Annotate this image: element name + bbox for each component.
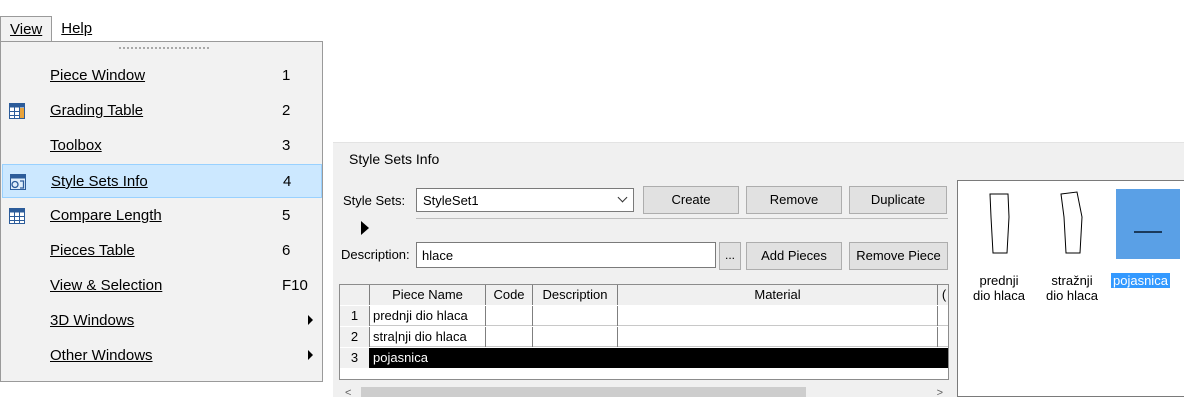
description-label: Description: bbox=[341, 247, 410, 262]
row-number: 2 bbox=[340, 327, 370, 347]
description-value: hlace bbox=[422, 248, 454, 263]
column-header[interactable]: Material bbox=[618, 285, 938, 305]
add-pieces-button[interactable]: Add Pieces bbox=[746, 242, 842, 270]
menu-item-view-selection[interactable]: View & Selection F10 bbox=[2, 269, 322, 303]
menu-item-toolbox[interactable]: Toolbox 3 bbox=[2, 129, 322, 163]
piece-label[interactable]: prednji dio hlaca bbox=[967, 273, 1031, 303]
piece-thumbnail-straznji[interactable] bbox=[1039, 189, 1103, 259]
menu-item-label: View & Selection bbox=[50, 277, 163, 294]
menu-item-compare-length[interactable]: Compare Length 5 bbox=[2, 199, 322, 233]
column-header[interactable]: Code bbox=[486, 285, 533, 305]
menu-item-label: Toolbox bbox=[50, 137, 102, 154]
material-cell[interactable] bbox=[618, 348, 948, 368]
scroll-right-icon[interactable]: > bbox=[937, 387, 943, 399]
menu-item-grading-table[interactable]: Grading Table 2 bbox=[2, 94, 322, 128]
create-button[interactable]: Create bbox=[643, 186, 739, 214]
grading-table-icon bbox=[9, 103, 25, 119]
piece-thumbnail-pojasnica[interactable] bbox=[1116, 189, 1180, 259]
tearoff-handle[interactable] bbox=[119, 47, 209, 49]
column-header[interactable]: Description bbox=[533, 285, 618, 305]
description-cell[interactable] bbox=[533, 348, 618, 368]
view-dropdown-menu: Piece Window 1 Grading Table 2 Toolbox 3… bbox=[0, 41, 323, 382]
menu-item-label: Piece Window bbox=[50, 67, 146, 84]
code-cell[interactable] bbox=[486, 327, 533, 347]
menu-item-piece-window[interactable]: Piece Window 1 bbox=[2, 59, 322, 93]
horizontal-scrollbar[interactable]: < > bbox=[339, 386, 949, 399]
description-field[interactable]: hlace bbox=[416, 242, 716, 268]
shortcut: 5 bbox=[282, 207, 291, 224]
table-row-selected[interactable]: 3 pojasnica bbox=[340, 348, 948, 368]
panel-title: Style Sets Info bbox=[349, 151, 440, 167]
scroll-left-icon[interactable]: < bbox=[345, 387, 351, 399]
style-set-dropdown[interactable]: StyleSet1 bbox=[416, 188, 634, 212]
shortcut: F10 bbox=[282, 277, 308, 294]
style-sets-icon bbox=[10, 174, 26, 190]
pieces-grid[interactable]: Piece Name Code Description Material ( 1… bbox=[339, 284, 949, 380]
menu-item-label: Compare Length bbox=[50, 207, 162, 224]
description-cell[interactable] bbox=[533, 327, 618, 347]
material-cell[interactable] bbox=[618, 327, 938, 347]
menu-item-label: 3D Windows bbox=[50, 312, 135, 329]
trouser-back-piece-icon bbox=[1060, 191, 1083, 254]
code-cell[interactable] bbox=[486, 306, 533, 326]
piece-label[interactable]: stražnji dio hlaca bbox=[1039, 273, 1105, 303]
piece-thumbnail-prednji[interactable] bbox=[967, 189, 1031, 259]
waistband-piece-icon bbox=[1134, 231, 1162, 233]
compare-length-icon bbox=[9, 208, 25, 224]
piece-name-cell[interactable]: prednji dio hlaca bbox=[370, 306, 486, 326]
pieces-preview-panel: prednji dio hlaca stražnji dio hlaca poj… bbox=[957, 180, 1184, 397]
table-row[interactable]: 1 prednji dio hlaca bbox=[340, 306, 948, 326]
trouser-front-piece-icon bbox=[989, 193, 1010, 254]
scroll-thumb[interactable] bbox=[361, 387, 806, 397]
menu-item-other-windows[interactable]: Other Windows bbox=[2, 339, 322, 373]
style-sets-label: Style Sets: bbox=[343, 193, 406, 208]
corner-cell bbox=[340, 285, 370, 305]
column-header[interactable]: Piece Name bbox=[370, 285, 486, 305]
material-cell[interactable] bbox=[618, 306, 938, 326]
submenu-arrow-icon bbox=[308, 350, 313, 360]
row-number: 3 bbox=[340, 348, 370, 368]
shortcut: 1 bbox=[282, 67, 291, 84]
remove-piece-button[interactable]: Remove Piece bbox=[849, 242, 948, 270]
piece-name-cell[interactable]: stra|nji dio hlaca bbox=[370, 327, 486, 347]
style-sets-info-titlebar: Style Sets Info bbox=[333, 142, 1184, 174]
menu-view[interactable]: View bbox=[0, 16, 53, 42]
menu-item-style-sets-info[interactable]: Style Sets Info 4 bbox=[2, 164, 322, 198]
menu-item-label: Pieces Table bbox=[50, 242, 135, 259]
divider bbox=[416, 218, 948, 219]
piece-label-selected[interactable]: pojasnica bbox=[1111, 273, 1170, 288]
row-number: 1 bbox=[340, 306, 370, 326]
remove-button[interactable]: Remove bbox=[746, 186, 842, 214]
play-icon[interactable] bbox=[361, 221, 369, 235]
shortcut: 3 bbox=[282, 137, 291, 154]
shortcut: 2 bbox=[282, 102, 291, 119]
style-set-value: StyleSet1 bbox=[423, 193, 479, 208]
menu-item-pieces-table[interactable]: Pieces Table 6 bbox=[2, 234, 322, 268]
grid-header-row: Piece Name Code Description Material ( bbox=[340, 285, 948, 305]
code-cell[interactable] bbox=[486, 348, 533, 368]
shortcut: 4 bbox=[283, 173, 292, 190]
duplicate-button[interactable]: Duplicate bbox=[849, 186, 947, 214]
column-header[interactable]: ( bbox=[938, 285, 948, 305]
piece-name-cell[interactable]: pojasnica bbox=[370, 348, 486, 368]
shortcut: 6 bbox=[282, 242, 291, 259]
menu-item-label: Grading Table bbox=[50, 102, 144, 119]
menubar: View Help bbox=[0, 16, 330, 42]
chevron-down-icon bbox=[617, 192, 628, 203]
submenu-arrow-icon bbox=[308, 315, 313, 325]
menu-help[interactable]: Help bbox=[52, 16, 101, 42]
table-row[interactable]: 2 stra|nji dio hlaca bbox=[340, 327, 948, 347]
description-cell[interactable] bbox=[533, 306, 618, 326]
menu-item-3d-windows[interactable]: 3D Windows bbox=[2, 304, 322, 338]
menu-item-label: Other Windows bbox=[50, 347, 153, 364]
browse-button[interactable]: ... bbox=[719, 242, 741, 270]
menu-item-label: Style Sets Info bbox=[51, 173, 148, 190]
